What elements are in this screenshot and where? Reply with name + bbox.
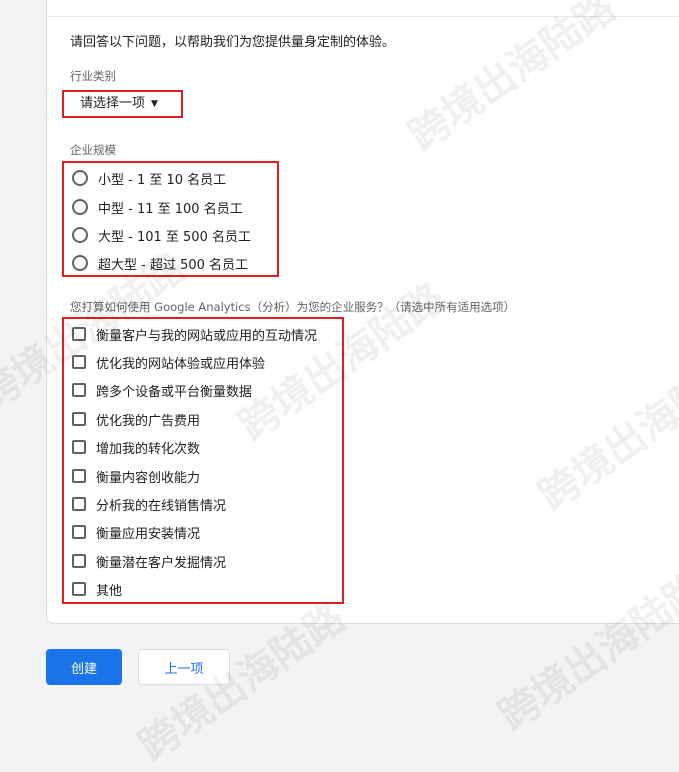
checkbox-label: 衡量客户与我的网站或应用的互动情况	[96, 328, 318, 344]
checkbox-usage-8[interactable]: 衡量应用安装情况	[70, 520, 200, 544]
checkbox-usage-5[interactable]: 增加我的转化次数	[70, 435, 200, 459]
checkbox-usage-3[interactable]: 跨多个设备或平台衡量数据	[70, 378, 252, 402]
industry-dropdown-value: 请选择一项	[80, 96, 146, 111]
radio-company-size-small[interactable]: 小型 - 1 至 10 名员工	[70, 166, 226, 190]
caret-down-icon: ▼	[151, 99, 158, 109]
checkbox-label: 跨多个设备或平台衡量数据	[96, 384, 253, 400]
radio-icon	[72, 170, 88, 186]
checkbox-usage-2[interactable]: 优化我的网站体验或应用体验	[70, 350, 265, 374]
radio-label: 中型 - 11 至 100 名员工	[98, 201, 243, 217]
industry-label: 行业类别	[70, 69, 116, 83]
checkbox-usage-10[interactable]: 其他	[70, 577, 122, 601]
checkbox-icon	[72, 554, 86, 568]
checkbox-icon	[72, 383, 86, 397]
checkbox-usage-9[interactable]: 衡量潜在客户发掘情况	[70, 549, 226, 573]
create-button[interactable]: 创建	[46, 649, 122, 685]
checkbox-usage-4[interactable]: 优化我的广告费用	[70, 407, 200, 431]
radio-icon	[72, 227, 88, 243]
card-divider	[46, 16, 679, 17]
radio-icon	[72, 199, 88, 215]
checkbox-label: 衡量潜在客户发掘情况	[96, 555, 227, 571]
checkbox-usage-6[interactable]: 衡量内容创收能力	[70, 464, 200, 488]
checkbox-label: 分析我的在线销售情况	[96, 498, 227, 514]
company-size-label: 企业规模	[70, 143, 116, 157]
radio-icon	[72, 255, 88, 271]
radio-company-size-large[interactable]: 大型 - 101 至 500 名员工	[70, 223, 251, 247]
checkbox-icon	[72, 440, 86, 454]
checkbox-label: 衡量应用安装情况	[96, 526, 201, 542]
radio-company-size-xlarge[interactable]: 超大型 - 超过 500 名员工	[70, 251, 248, 275]
checkbox-usage-7[interactable]: 分析我的在线销售情况	[70, 492, 226, 516]
checkbox-label: 优化我的广告费用	[96, 413, 201, 429]
checkbox-label: 增加我的转化次数	[96, 441, 201, 457]
radio-company-size-medium[interactable]: 中型 - 11 至 100 名员工	[70, 195, 243, 219]
checkbox-icon	[72, 469, 86, 483]
checkbox-label: 衡量内容创收能力	[96, 470, 201, 486]
checkbox-label: 优化我的网站体验或应用体验	[96, 356, 266, 372]
checkbox-usage-1[interactable]: 衡量客户与我的网站或应用的互动情况	[70, 322, 317, 346]
checkbox-icon	[72, 327, 86, 341]
checkbox-icon	[72, 412, 86, 426]
radio-label: 小型 - 1 至 10 名员工	[98, 172, 227, 188]
radio-label: 超大型 - 超过 500 名员工	[98, 257, 249, 273]
checkbox-icon	[72, 582, 86, 596]
checkbox-label: 其他	[96, 583, 123, 599]
previous-button[interactable]: 上一项	[138, 649, 230, 685]
radio-label: 大型 - 101 至 500 名员工	[98, 229, 251, 245]
checkbox-icon	[72, 355, 86, 369]
usage-label: 您打算如何使用 Google Analytics（分析）为您的企业服务？（请选中…	[70, 300, 516, 314]
industry-dropdown[interactable]: 请选择一项 ▼	[70, 94, 158, 114]
checkbox-icon	[72, 525, 86, 539]
checkbox-icon	[72, 497, 86, 511]
intro-text: 请回答以下问题，以帮助我们为您提供量身定制的体验。	[70, 35, 396, 50]
